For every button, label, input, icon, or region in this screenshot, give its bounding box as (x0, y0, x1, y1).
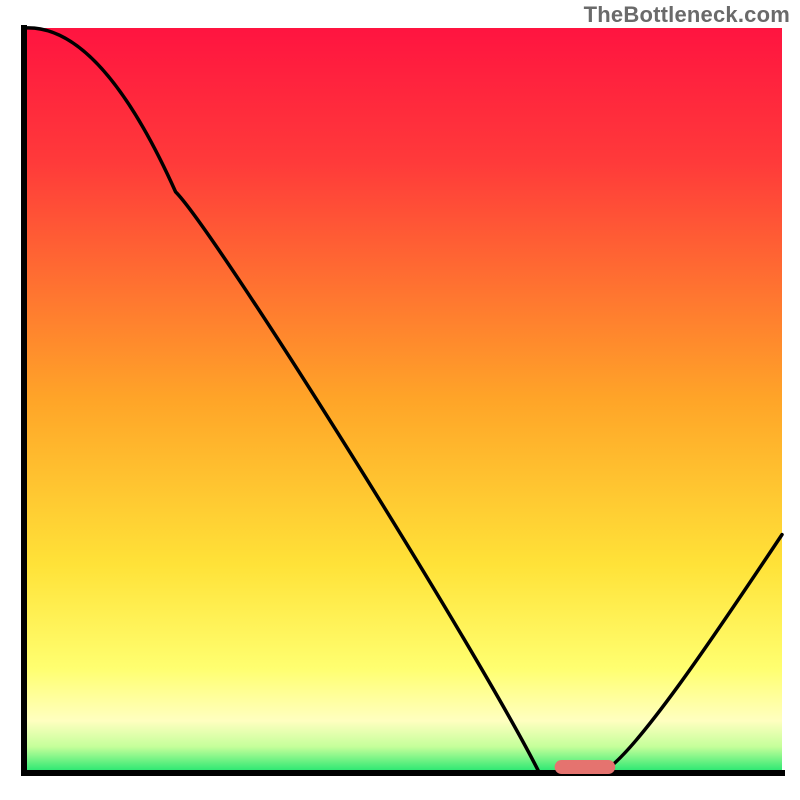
watermark-text: TheBottleneck.com (584, 2, 790, 28)
optimum-marker (555, 760, 616, 774)
chart-container: TheBottleneck.com (0, 0, 800, 800)
plot-background (24, 28, 782, 773)
bottleneck-chart (0, 0, 800, 800)
